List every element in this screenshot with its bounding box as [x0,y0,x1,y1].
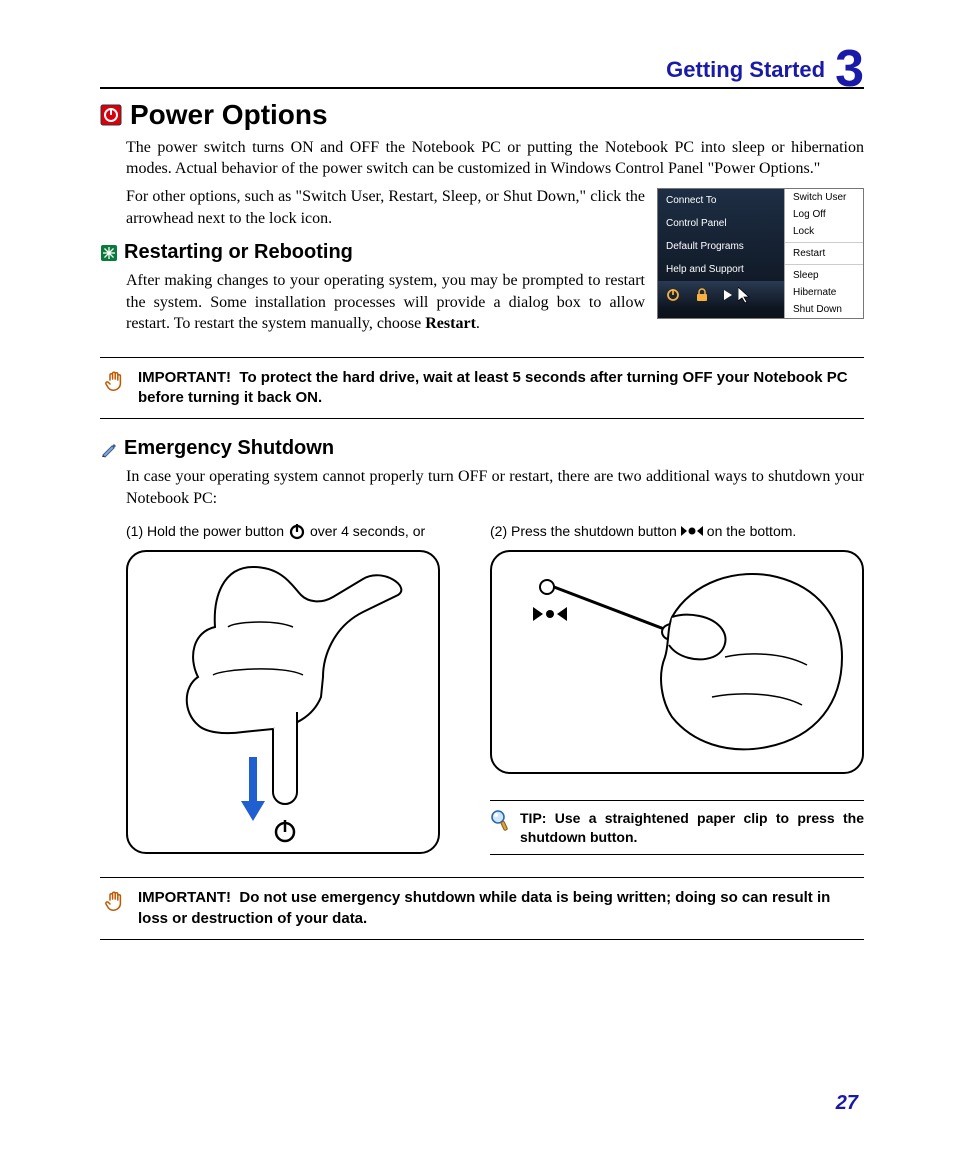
chapter-title: Getting Started [666,57,825,87]
tip-label: TIP: [520,810,546,826]
menu-item: Hibernate [785,284,863,301]
tip-text: Use a straightened paper clip to press t… [520,810,864,845]
restart-icon [100,244,118,262]
important-callout: IMPORTANT! Do not use emergency shutdown… [100,877,864,940]
heading-text: Emergency Shutdown [124,437,334,460]
menu-item: Control Panel [658,212,784,235]
magnifier-icon [490,809,510,838]
heading-text: Restarting or Rebooting [124,241,353,264]
menu-item: Help and Support [658,258,784,281]
shutdown-button-icon [681,525,703,537]
menu-item: Sleep [785,264,863,284]
hand-stop-icon [104,370,126,401]
menu-item: Connect To [658,189,784,212]
pen-write-icon [100,440,118,458]
lock-icon [696,288,708,302]
important-text: To protect the hard drive, wait at least… [138,369,848,406]
heading-restarting: Restarting or Rebooting [100,241,645,264]
menu-item: Switch User [785,189,863,206]
power-icon [100,104,122,126]
menu-item: Restart [785,242,863,262]
power-bar [658,281,784,309]
chapter-number: 3 [835,46,864,93]
illustration-paperclip [490,550,864,774]
menu-item: Shut Down [785,301,863,318]
important-callout: IMPORTANT! To protect the hard drive, wa… [100,357,864,420]
power-button-icon [288,522,306,540]
page-number: 27 [836,1092,858,1115]
heading-power-options: Power Options [100,99,864,131]
emergency-paragraph: In case your operating system cannot pro… [126,466,864,509]
power-icon [666,288,680,302]
cursor-icon [738,287,750,303]
heading-emergency: Emergency Shutdown [100,437,864,460]
chapter-header: Getting Started 3 [100,40,864,89]
windows-shutdown-menu: Connect To Control Panel Default Program… [657,188,864,319]
important-text: Do not use emergency shutdown while data… [138,889,830,926]
expand-arrow-icon [724,290,732,300]
important-label: IMPORTANT! [138,369,231,386]
heading-text: Power Options [130,99,328,131]
menu-item: Log Off [785,206,863,223]
hand-stop-icon [104,890,126,921]
important-label: IMPORTANT! [138,889,231,906]
method-1-caption: (1) Hold the power button over 4 seconds… [126,520,460,542]
tip-callout: TIP: Use a straightened paper clip to pr… [490,800,864,856]
illustration-hold-power [126,550,440,854]
method-2-caption: (2) Press the shutdown button on the bot… [490,520,864,542]
menu-item: Default Programs [658,235,784,258]
menu-item: Lock [785,223,863,240]
power-options-paragraph-1: The power switch turns ON and OFF the No… [126,137,864,180]
